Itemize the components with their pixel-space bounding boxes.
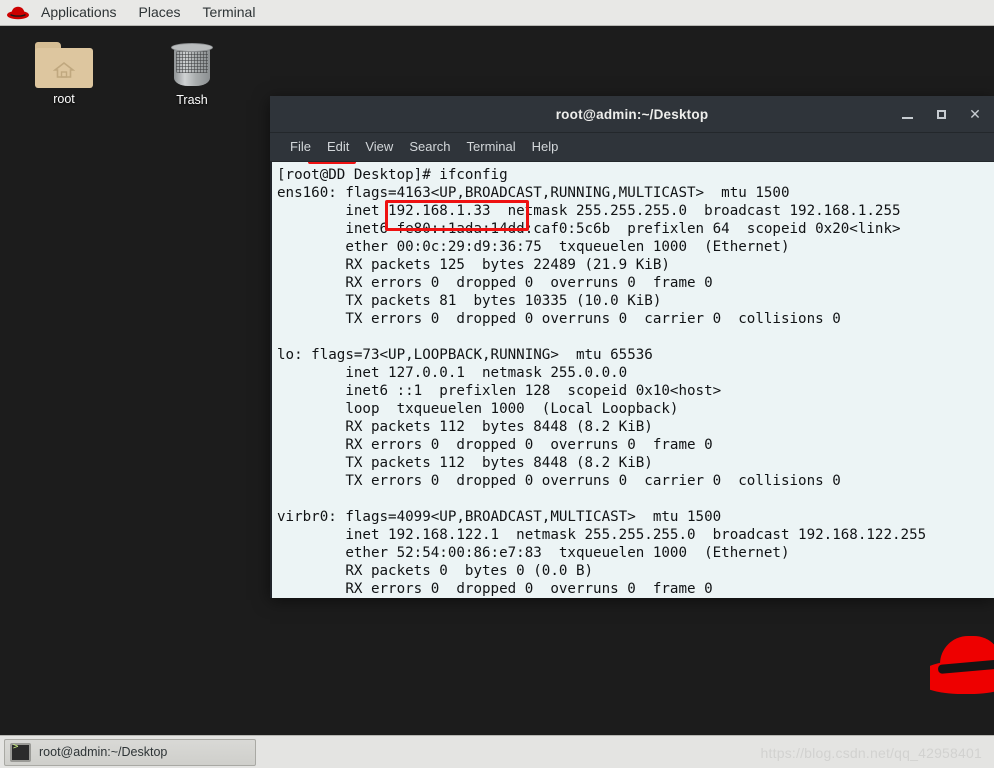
terminal-line: RX packets 125 bytes 22489 (21.9 KiB) (277, 257, 670, 273)
terminal-line: lo: flags=73<UP,LOOPBACK,RUNNING> mtu 65… (277, 347, 653, 363)
terminal-text: [root@DD Desktop]# ifconfig ens160: flags… (275, 166, 994, 598)
desktop-icon-trash[interactable]: Trash (149, 38, 235, 107)
terminal-line: RX packets 112 bytes 8448 (8.2 KiB) (277, 419, 653, 435)
minimize-button[interactable] (892, 96, 922, 132)
redhat-fedora-logo (930, 628, 994, 714)
terminal-line: [root@DD Desktop]# ifconfig (277, 167, 508, 183)
terminal-line: inet 192.168.1.33 netmask 255.255.255.0 … (277, 203, 901, 219)
menu-search[interactable]: Search (401, 134, 458, 160)
terminal-line: inet 192.168.122.1 netmask 255.255.255.0… (277, 527, 927, 543)
menu-terminal[interactable]: Terminal (459, 134, 524, 160)
close-button[interactable]: ✕ (960, 96, 990, 132)
redhat-fedora-icon[interactable] (6, 0, 30, 25)
home-folder-icon (35, 42, 93, 88)
terminal-line: RX errors 0 dropped 0 overruns 0 frame 0 (277, 275, 713, 291)
annotation-hostname-box (308, 162, 356, 164)
trash-lid (171, 43, 213, 52)
top-panel: Applications Places Terminal (0, 0, 994, 26)
terminal-line: ether 00:0c:29:d9:36:75 txqueuelen 1000 … (277, 239, 790, 255)
window-title: root@admin:~/Desktop (555, 106, 709, 122)
minimize-icon (901, 117, 913, 119)
taskbar-window-button[interactable]: root@admin:~/Desktop (4, 738, 256, 766)
terminal-window[interactable]: root@admin:~/Desktop ✕ File Edit View Se… (270, 96, 994, 598)
taskbar-window-label: root@admin:~/Desktop (39, 745, 168, 759)
terminal-menubar: File Edit View Search Terminal Help (270, 133, 994, 162)
watermark-text: https://blog.csdn.net/qq_42958401 (760, 745, 982, 761)
terminal-line: TX packets 112 bytes 8448 (8.2 KiB) (277, 455, 653, 471)
terminal-line: RX errors 0 dropped 0 overruns 0 frame 0 (277, 581, 713, 597)
terminal-line: TX errors 0 dropped 0 overruns 0 carrier… (277, 311, 841, 327)
trash-can-icon (171, 41, 213, 89)
menu-help[interactable]: Help (524, 134, 567, 160)
terminal-line: RX packets 0 bytes 0 (0.0 B) (277, 563, 594, 579)
desktop-icon-root[interactable]: root (21, 38, 107, 106)
close-icon: ✕ (969, 105, 981, 122)
menu-view[interactable]: View (357, 134, 401, 160)
terminal-line: TX packets 81 bytes 10335 (10.0 KiB) (277, 293, 662, 309)
terminal-line: loop txqueuelen 1000 (Local Loopback) (277, 401, 679, 417)
terminal-line: inet6 fe80::1ada:14dd:caf0:5c6b prefixle… (277, 221, 901, 237)
maximize-button[interactable] (926, 96, 956, 132)
terminal-icon (10, 742, 31, 762)
terminal-line: TX errors 0 dropped 0 overruns 0 carrier… (277, 473, 841, 489)
terminal-line: virbr0: flags=4099<UP,BROADCAST,MULTICAS… (277, 509, 722, 525)
desktop-icon-label: Trash (176, 93, 208, 107)
terminal-line: ens160: flags=4163<UP,BROADCAST,RUNNING,… (277, 185, 790, 201)
terminal-line: ether 52:54:00:86:e7:83 txqueuelen 1000 … (277, 545, 790, 561)
places-menu[interactable]: Places (128, 0, 192, 25)
terminal-line: inet 127.0.0.1 netmask 255.0.0.0 (277, 365, 628, 381)
trash-mesh (176, 51, 208, 73)
terminal-output-area[interactable]: [root@DD Desktop]# ifconfig ens160: flags… (270, 162, 994, 598)
terminal-line: inet6 ::1 prefixlen 128 scopeid 0x10<hos… (277, 383, 722, 399)
terminal-line: RX errors 0 dropped 0 overruns 0 frame 0 (277, 437, 713, 453)
home-glyph (53, 62, 75, 78)
window-titlebar[interactable]: root@admin:~/Desktop ✕ (270, 96, 994, 133)
menu-edit[interactable]: Edit (319, 134, 357, 160)
desktop-icon-label: root (53, 92, 75, 106)
maximize-icon (936, 109, 946, 119)
applications-menu[interactable]: Applications (30, 0, 128, 25)
redhat-fedora-glyph (7, 6, 29, 20)
taskbar: root@admin:~/Desktop https://blog.csdn.n… (0, 735, 994, 768)
menu-file[interactable]: File (282, 134, 319, 160)
terminal-menu[interactable]: Terminal (192, 0, 267, 25)
